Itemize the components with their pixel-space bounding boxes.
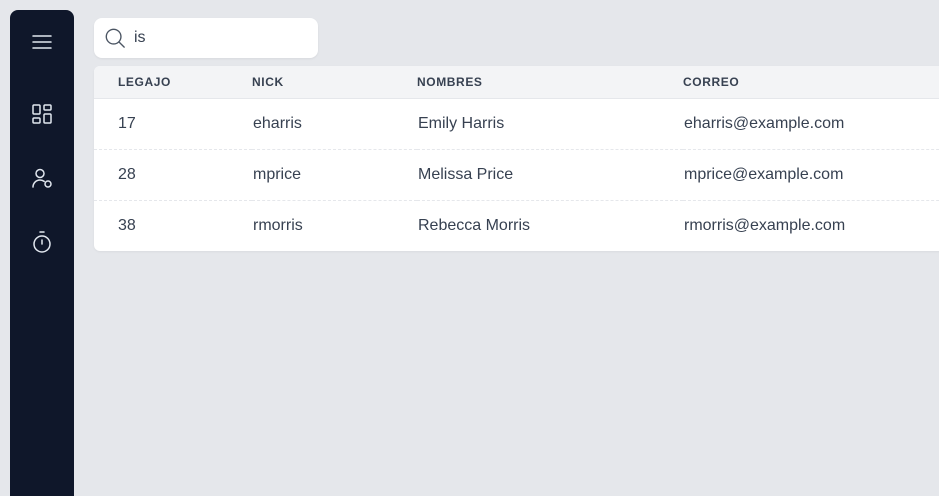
sidebar-item-timer[interactable] [26,226,58,258]
table-header-row: LEGAJO NICK NOMBRES CORREO [94,66,939,98]
search-icon [104,27,126,49]
cell-nombres: Melissa Price [418,165,514,183]
sidebar [10,10,74,496]
column-header-nombres[interactable]: NOMBRES [417,66,683,98]
cell-nombres: Rebecca Morris [418,216,531,234]
search-input[interactable] [134,18,310,58]
dashboard-icon [32,104,52,124]
column-header-nick[interactable]: NICK [252,66,417,98]
table-row[interactable]: 28 mprice Melissa Price mprice@example.c… [94,149,939,200]
cell-legajo: 38 [118,216,136,234]
cell-legajo: 28 [118,165,136,183]
sidebar-item-dashboard[interactable] [26,98,58,130]
cell-correo: rmorris@example.com [684,216,846,234]
cell-nick: eharris [253,114,302,132]
cell-nick: mprice [253,165,302,183]
cell-correo: mprice@example.com [684,165,844,183]
users-icon [32,168,52,188]
search-box [94,18,318,58]
table-row[interactable]: 17 eharris Emily Harris eharris@example.… [94,98,939,149]
menu-button[interactable] [26,26,58,58]
menu-icon [32,35,52,49]
users-table: LEGAJO NICK NOMBRES CORREO 17 eharris Em… [94,66,939,251]
column-header-correo[interactable]: CORREO [683,66,939,98]
sidebar-item-users[interactable] [26,162,58,194]
cell-nick: rmorris [253,216,303,234]
table-row[interactable]: 38 rmorris Rebecca Morris rmorris@exampl… [94,200,939,251]
cell-correo: eharris@example.com [684,114,845,132]
timer-icon [33,231,51,253]
cell-nombres: Emily Harris [418,114,505,132]
column-header-legajo[interactable]: LEGAJO [94,66,252,98]
cell-legajo: 17 [118,114,136,132]
